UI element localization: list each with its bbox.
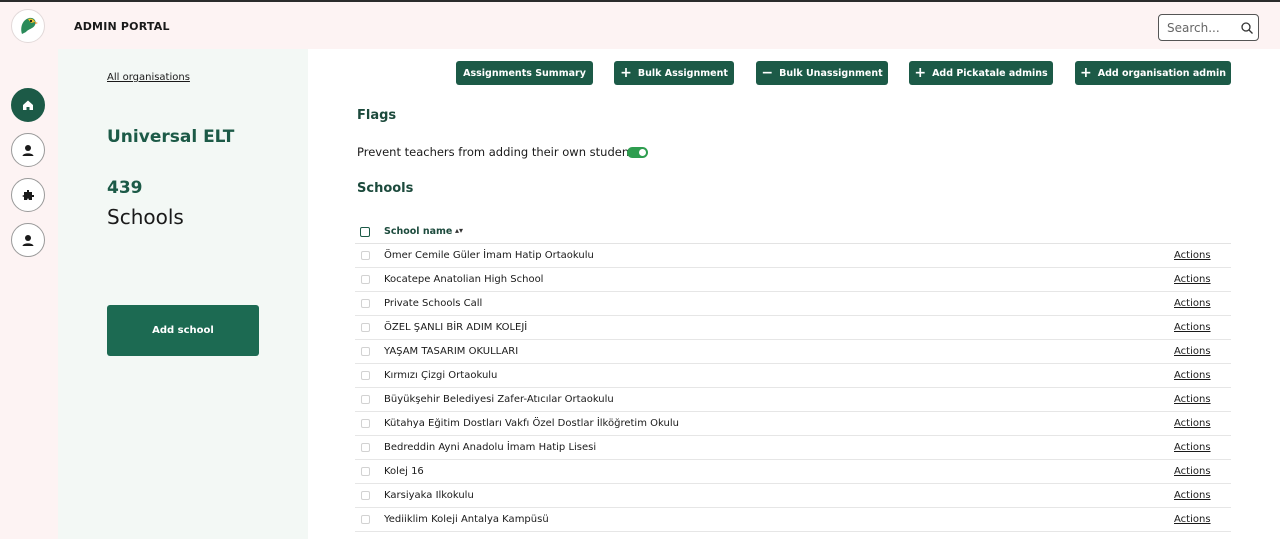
table-row: Private Schools Call Actions [355,292,1231,316]
top-header: ADMIN PORTAL [0,2,1280,49]
plus-icon: + [1079,65,1092,81]
table-row: Kırmızı Çizgi Ortaokulu Actions [355,364,1231,388]
row-checkbox[interactable] [361,371,370,380]
add-organisation-admin-label: Add organisation admin [1097,67,1227,79]
school-name: Kolej 16 [384,466,424,477]
brand-title: ADMIN PORTAL [74,20,170,33]
add-pickatale-admins-button[interactable]: + Add Pickatale admins [909,61,1053,85]
add-school-button[interactable]: Add school [107,305,259,356]
actions-link[interactable]: Actions [1174,394,1211,405]
search-box[interactable] [1158,14,1259,41]
table-row: Kolej 16 Actions [355,460,1231,484]
prevent-teachers-toggle[interactable] [627,147,648,158]
school-name: Karsiyaka Ilkokulu [384,490,474,501]
actions-link[interactable]: Actions [1174,490,1211,501]
school-name: Bedreddin Ayni Anadolu İmam Hatip Lisesi [384,442,597,453]
minus-icon: − [761,65,774,81]
user-icon [22,235,34,246]
actions-link[interactable]: Actions [1174,442,1211,453]
school-name: YAŞAM TASARIM OKULLARI [384,346,519,357]
actions-link[interactable]: Actions [1174,322,1211,333]
row-checkbox[interactable] [361,491,370,500]
side-rail [0,49,58,539]
row-checkbox[interactable] [361,515,370,524]
plus-icon: + [914,65,927,81]
table-row: YAŞAM TASARIM OKULLARI Actions [355,340,1231,364]
home-icon [23,100,33,110]
organisation-panel: All organisations Universal ELT 439 Scho… [58,49,308,539]
actions-link[interactable]: Actions [1174,250,1211,261]
rail-user-button[interactable] [11,223,45,257]
rail-home-button[interactable] [11,88,45,122]
actions-link[interactable]: Actions [1174,370,1211,381]
rail-users-button[interactable] [11,133,45,167]
row-checkbox[interactable] [361,467,370,476]
bulk-unassignment-button[interactable]: − Bulk Unassignment [756,61,888,85]
bulk-assignment-label: Bulk Assignment [637,67,728,79]
table-row: Bedreddin Ayni Anadolu İmam Hatip Lisesi… [355,436,1231,460]
select-all-checkbox[interactable] [360,227,370,237]
schools-table: School name ▴▾ Ömer Cemile Güler İmam Ha… [355,220,1231,532]
school-name: Büyükşehir Belediyesi Zafer-Atıcılar Ort… [384,394,614,405]
add-organisation-admin-button[interactable]: + Add organisation admin [1075,61,1231,85]
table-row: Büyükşehir Belediyesi Zafer-Atıcılar Ort… [355,388,1231,412]
parrot-logo-icon[interactable] [11,9,45,43]
table-row: Kütahya Eğitim Dostları Vakfı Özel Dostl… [355,412,1231,436]
actions-link[interactable]: Actions [1174,274,1211,285]
prevent-teachers-label: Prevent teachers from adding their own s… [357,145,644,159]
flags-heading: Flags [357,108,397,123]
assignments-summary-label: Assignments Summary [463,67,586,79]
plus-icon: + [620,65,632,81]
row-checkbox[interactable] [361,395,370,404]
school-count-label: Schools [107,205,184,229]
school-name: Kocatepe Anatolian High School [384,274,544,285]
sort-icon[interactable]: ▴▾ [455,226,463,235]
school-count: 439 [107,178,143,198]
actions-link[interactable]: Actions [1174,418,1211,429]
add-pickatale-admins-label: Add Pickatale admins [932,67,1048,79]
organisation-name: Universal ELT [107,127,235,147]
rail-puzzle-button[interactable] [11,178,45,212]
actions-link[interactable]: Actions [1174,346,1211,357]
school-name: Ömer Cemile Güler İmam Hatip Ortaokulu [384,250,594,261]
all-organisations-link[interactable]: All organisations [107,72,190,83]
table-header: School name ▴▾ [355,220,1231,244]
search-icon[interactable] [1240,21,1254,35]
search-input[interactable] [1167,20,1237,36]
school-name: ÖZEL ŞANLI BİR ADIM KOLEJİ [384,322,528,333]
assignments-summary-button[interactable]: Assignments Summary [456,61,593,85]
actions-link[interactable]: Actions [1174,466,1211,477]
school-name: Kütahya Eğitim Dostları Vakfı Özel Dostl… [384,418,679,429]
table-row: Karsiyaka Ilkokulu Actions [355,484,1231,508]
row-checkbox[interactable] [361,275,370,284]
table-row: Ömer Cemile Güler İmam Hatip Ortaokulu Ac… [355,244,1231,268]
bulk-unassignment-label: Bulk Unassignment [779,67,883,79]
actions-link[interactable]: Actions [1174,298,1211,309]
row-checkbox[interactable] [361,251,370,260]
table-row: Yediiklim Koleji Antalya Kampüsü Actions [355,508,1231,532]
row-checkbox[interactable] [361,323,370,332]
school-name: Yediiklim Koleji Antalya Kampüsü [384,514,549,525]
row-checkbox[interactable] [361,419,370,428]
schools-heading: Schools [357,181,414,196]
users-icon [22,145,34,156]
school-name: Private Schools Call [384,298,483,309]
row-checkbox[interactable] [361,347,370,356]
row-checkbox[interactable] [361,299,370,308]
table-row: Kocatepe Anatolian High School Actions [355,268,1231,292]
table-row: ÖZEL ŞANLI BİR ADIM KOLEJİ Actions [355,316,1231,340]
actions-link[interactable]: Actions [1174,514,1211,525]
bulk-assignment-button[interactable]: + Bulk Assignment [614,61,734,85]
puzzle-icon [22,190,34,200]
column-school-name[interactable]: School name [384,226,452,237]
row-checkbox[interactable] [361,443,370,452]
school-name: Kırmızı Çizgi Ortaokulu [384,370,498,381]
